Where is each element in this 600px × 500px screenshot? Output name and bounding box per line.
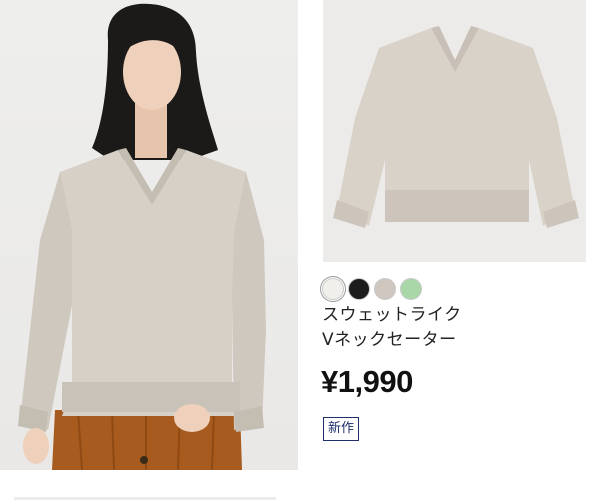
product-title-line2: Vネックセーター xyxy=(322,330,457,350)
product-price: ¥1,990 xyxy=(321,364,413,399)
color-swatch-green[interactable] xyxy=(400,278,422,300)
product-title-line1: スウェットライク xyxy=(322,305,462,325)
product-model-image[interactable] xyxy=(0,0,298,470)
color-swatch-group xyxy=(322,278,422,300)
sweater-flatlay-icon xyxy=(333,26,579,228)
color-swatch-black[interactable] xyxy=(348,278,370,300)
color-swatch-off-white[interactable] xyxy=(322,278,344,300)
new-badge: 新作 xyxy=(323,417,360,441)
color-swatch-beige[interactable] xyxy=(374,278,396,300)
product-title[interactable]: スウェットライク Vネックセーター xyxy=(322,303,562,353)
product-flatlay-image[interactable] xyxy=(323,0,586,262)
model-photo-icon xyxy=(18,3,266,470)
